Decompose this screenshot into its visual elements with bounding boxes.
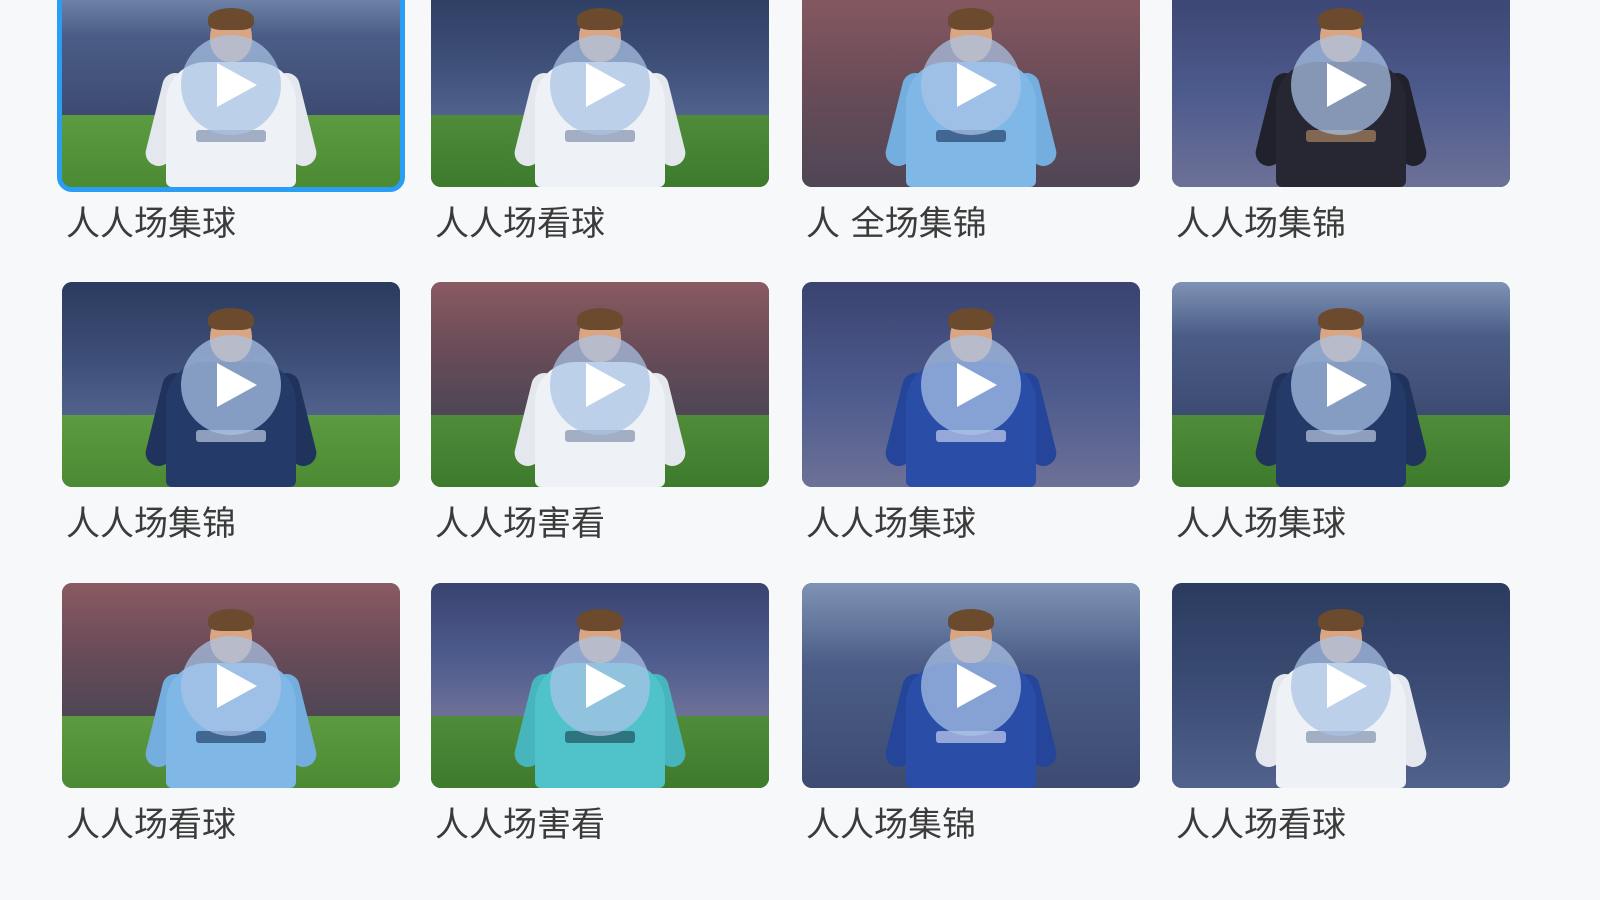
video-card[interactable]: 人人场看球: [431, 0, 771, 247]
video-title: 人人场集锦: [66, 504, 236, 544]
play-icon[interactable]: [181, 34, 281, 135]
video-thumbnail[interactable]: [431, 282, 769, 487]
video-title: 人人场集锦: [1176, 204, 1346, 244]
video-thumbnail[interactable]: [57, 0, 405, 192]
video-thumbnail[interactable]: [62, 583, 400, 788]
video-title: 人人场看球: [66, 805, 236, 845]
play-icon[interactable]: [1291, 334, 1391, 435]
video-title: 人人场害看: [435, 805, 605, 845]
play-icon[interactable]: [1291, 34, 1391, 135]
play-icon[interactable]: [550, 34, 650, 135]
video-thumbnail[interactable]: [802, 583, 1140, 788]
video-title: 人人场看球: [435, 204, 605, 244]
video-thumbnail[interactable]: [1172, 282, 1510, 487]
video-card[interactable]: 人 全场集锦: [802, 0, 1142, 247]
video-thumbnail[interactable]: [431, 583, 769, 788]
play-icon[interactable]: [550, 635, 650, 736]
play-icon[interactable]: [1291, 635, 1391, 736]
video-title: 人人场看球: [1176, 805, 1346, 845]
video-card[interactable]: 人人场集球: [802, 282, 1142, 547]
play-icon[interactable]: [921, 334, 1021, 435]
video-card[interactable]: 人人场集锦: [802, 583, 1142, 848]
video-thumbnail[interactable]: [62, 282, 400, 487]
video-card[interactable]: 人人场集球: [57, 0, 405, 247]
video-thumbnail[interactable]: [1172, 583, 1510, 788]
video-card[interactable]: 人人场集球: [1172, 282, 1512, 547]
video-thumbnail[interactable]: [431, 0, 769, 187]
video-title: 人人场集球: [66, 204, 236, 244]
video-card[interactable]: 人人场害看: [431, 583, 771, 848]
video-card[interactable]: 人人场集锦: [1172, 0, 1512, 247]
video-thumbnail[interactable]: [1172, 0, 1510, 187]
play-icon[interactable]: [921, 34, 1021, 135]
video-title: 人人场害看: [435, 504, 605, 544]
play-icon[interactable]: [181, 635, 281, 736]
play-icon[interactable]: [921, 635, 1021, 736]
video-title: 人人场集锦: [806, 805, 976, 845]
video-title: 人人场集球: [1176, 504, 1346, 544]
play-icon[interactable]: [181, 334, 281, 435]
video-thumbnail[interactable]: [802, 0, 1140, 187]
video-title: 人 全场集锦: [806, 204, 987, 244]
video-thumbnail[interactable]: [802, 282, 1140, 487]
video-grid: 人人场集球 人人场看球人 全场集锦 人人场集锦 人人场集锦 人人场害看 人人场集球 人人场集…: [0, 0, 1600, 900]
play-icon[interactable]: [550, 334, 650, 435]
video-card[interactable]: 人人场看球: [1172, 583, 1512, 848]
video-card[interactable]: 人人场害看: [431, 282, 771, 547]
video-title: 人人场集球: [806, 504, 976, 544]
video-card[interactable]: 人人场集锦: [62, 282, 402, 547]
video-card[interactable]: 人人场看球: [62, 583, 402, 848]
